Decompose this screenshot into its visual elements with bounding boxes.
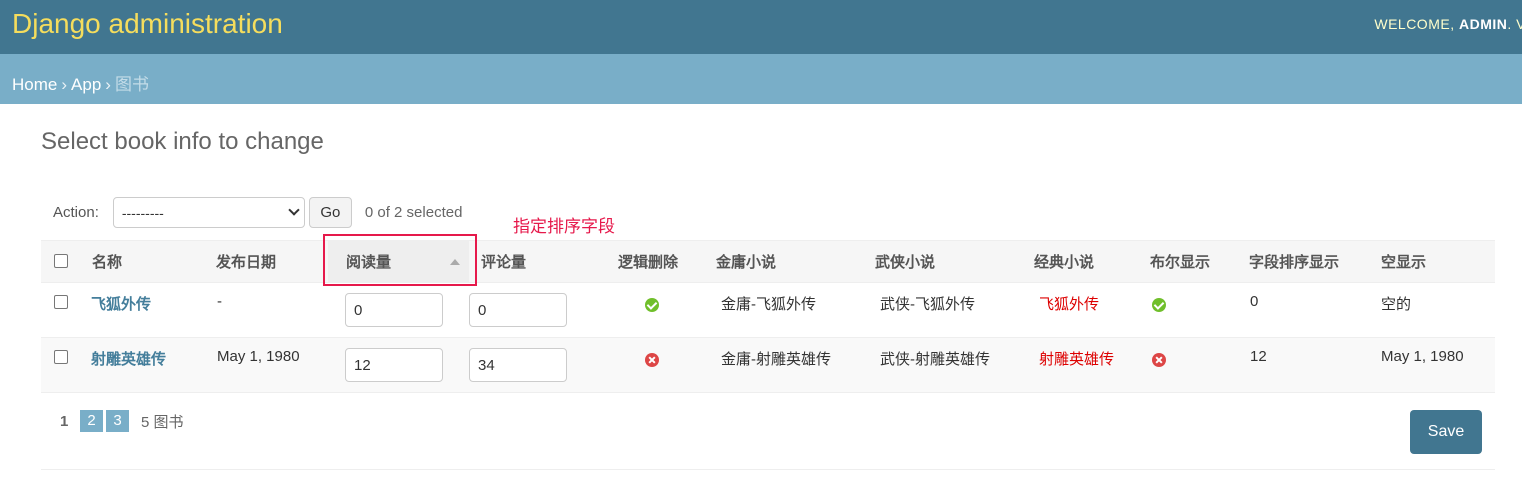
column-header-pub-date[interactable]: 发布日期: [204, 240, 328, 283]
sort-display-cell: 12: [1237, 337, 1369, 393]
row-select-cell: [41, 282, 80, 338]
column-header-jinyong[interactable]: 金庸小说: [704, 240, 863, 283]
column-header-bool[interactable]: 布尔显示: [1138, 240, 1237, 283]
book-link[interactable]: 射雕英雄传: [91, 351, 166, 368]
empty-display-cell: 空的: [1369, 282, 1495, 338]
column-header-wuxia[interactable]: 武侠小说: [863, 240, 1022, 283]
user-tools: WELCOME, ADMIN. V: [1374, 16, 1522, 32]
site-branding[interactable]: Django administration: [12, 8, 283, 40]
action-select[interactable]: ---------: [112, 196, 305, 228]
table-row: 射雕英雄传 May 1, 1980 12 34 金庸-射雕英雄传 武侠-射雕英雄…: [41, 337, 1495, 393]
select-all-cell: [41, 240, 80, 283]
results-table: 名称 发布日期 阅读量 评论量 逻辑删除 金庸小说 武侠小说 经典小说 布尔显示…: [41, 240, 1495, 393]
breadcrumb-current: 图书: [114, 75, 149, 94]
paginator: 1 2 3 5 图书 Save: [41, 394, 1495, 470]
welcome-text: WELCOME,: [1374, 16, 1455, 32]
read-count-input[interactable]: 12: [345, 348, 443, 382]
row-checkbox[interactable]: [54, 295, 68, 309]
classic-cell: 飞狐外传: [1022, 282, 1138, 338]
column-header-sort-display[interactable]: 字段排序显示: [1237, 240, 1369, 283]
breadcrumb-home[interactable]: Home: [12, 75, 57, 94]
wuxia-cell: 武侠-射雕英雄传: [863, 337, 1022, 393]
jinyong-cell: 金庸-飞狐外传: [704, 282, 863, 338]
jinyong-cell: 金庸-射雕英雄传: [704, 337, 863, 393]
username: ADMIN: [1458, 16, 1508, 32]
breadcrumb-separator: ›: [105, 75, 111, 94]
go-button[interactable]: Go: [308, 196, 352, 228]
row-checkbox[interactable]: [54, 350, 68, 364]
check-icon: [645, 298, 659, 312]
annotation-text: 指定排序字段: [513, 217, 615, 236]
cross-icon: [645, 353, 659, 367]
table-header-row: 名称 发布日期 阅读量 评论量 逻辑删除 金庸小说 武侠小说 经典小说 布尔显示…: [41, 240, 1495, 283]
column-header-classic[interactable]: 经典小说: [1022, 240, 1138, 283]
wuxia-cell: 武侠-飞狐外传: [863, 282, 1022, 338]
comment-count-input[interactable]: 34: [469, 348, 567, 382]
table-row: 飞狐外传 - 0 0 金庸-飞狐外传 武侠-飞狐外传 飞狐外传 0 空的: [41, 282, 1495, 338]
column-header-empty-display[interactable]: 空显示: [1369, 240, 1495, 283]
page-title: Select book info to change: [41, 128, 324, 155]
read-count-input[interactable]: 0: [345, 293, 443, 327]
column-header-name[interactable]: 名称: [80, 240, 204, 283]
page-link-3[interactable]: 3: [106, 410, 129, 432]
action-counter: 0 of 2 selected: [364, 203, 463, 221]
actions-bar: Action: --------- Go 0 of 2 selected: [53, 196, 462, 228]
breadcrumb-app[interactable]: App: [71, 75, 101, 94]
cross-icon: [1152, 353, 1166, 367]
result-count: 5 图书: [141, 413, 184, 431]
row-select-cell: [41, 337, 80, 393]
action-label: Action:: [53, 203, 99, 221]
chevron-down-icon: [288, 203, 300, 216]
current-page: 1: [60, 412, 69, 430]
column-header-deleted[interactable]: 逻辑删除: [606, 240, 704, 283]
comment-count-input[interactable]: 0: [469, 293, 567, 327]
user-tools-trailing[interactable]: . V: [1507, 16, 1522, 32]
header: Django administration WELCOME, ADMIN. V: [0, 0, 1522, 54]
empty-display-cell: May 1, 1980: [1369, 337, 1495, 393]
column-header-comment[interactable]: 评论量: [469, 240, 606, 283]
pub-date-cell: -: [204, 282, 328, 338]
select-all-checkbox[interactable]: [54, 253, 68, 268]
save-button[interactable]: Save: [1410, 410, 1482, 454]
book-link[interactable]: 飞狐外传: [91, 296, 151, 313]
page-link-2[interactable]: 2: [80, 410, 103, 432]
action-select-value: ---------: [121, 204, 164, 221]
sort-display-cell: 0: [1237, 282, 1369, 338]
annotation-highlight-box: [323, 234, 477, 286]
classic-cell: 射雕英雄传: [1022, 337, 1138, 393]
check-icon: [1152, 298, 1166, 312]
breadcrumb: Home › App › 图书: [0, 54, 1522, 104]
breadcrumb-separator: ›: [61, 75, 68, 94]
pub-date-cell: May 1, 1980: [204, 337, 328, 393]
